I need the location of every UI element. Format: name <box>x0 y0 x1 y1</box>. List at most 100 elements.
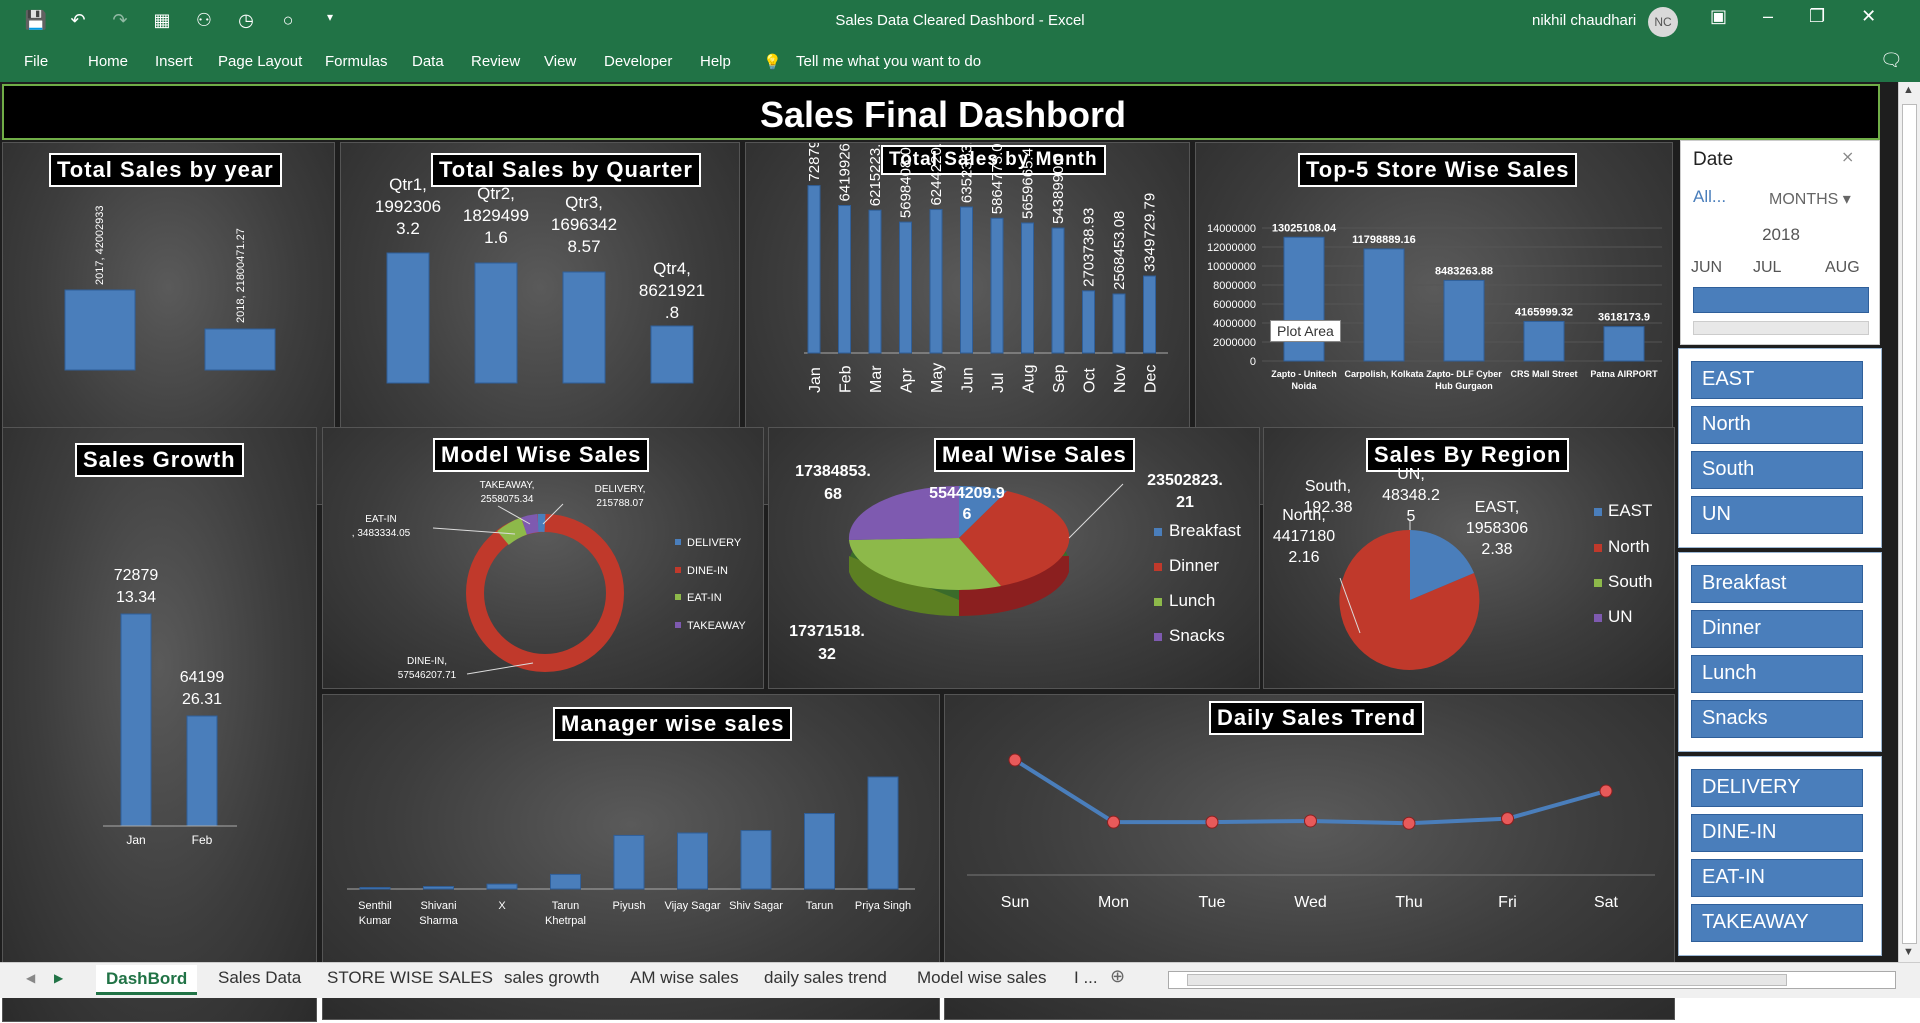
store-tick-3-0: CRS Mall Street <box>1510 369 1577 379</box>
slicer-item-east[interactable]: EAST <box>1691 361 1863 399</box>
timeline-scrollbar[interactable] <box>1693 321 1869 335</box>
h-scroll-thumb[interactable] <box>1187 974 1787 986</box>
daily-tick-5: Fri <box>1498 894 1517 911</box>
model-slicer[interactable]: DELIVERY DINE-IN EAT-IN TAKEAWAY <box>1678 756 1882 956</box>
date-all[interactable]: All... <box>1693 187 1726 207</box>
meal-slicer[interactable]: Breakfast Dinner Lunch Snacks <box>1678 552 1882 752</box>
takeaway-l0: TAKEAWAY, <box>480 480 535 491</box>
sheet-tab-more[interactable]: I ... <box>1074 968 1098 988</box>
slicer-item-dine-in[interactable]: DINE-IN <box>1691 814 1863 852</box>
timeline-selection[interactable] <box>1693 287 1869 313</box>
next-sheet-icon[interactable]: ▶ <box>54 971 63 985</box>
sheet-tab-am-wise-sales[interactable]: AM wise sales <box>630 968 739 988</box>
worksheet-area[interactable]: Sales Final Dashbord Total Sales by year… <box>0 82 1898 962</box>
legend-lunch-swatch <box>1154 598 1162 606</box>
tell-me-search[interactable]: Tell me what you want to do <box>796 53 981 70</box>
daily-tick-0: Sun <box>1001 894 1029 911</box>
legend-takeaway-swatch <box>675 622 681 628</box>
growth-svg: 72879 13.34 64199 26.31 Jan Feb <box>3 428 318 1023</box>
slicer-item-north[interactable]: North <box>1691 406 1863 444</box>
scroll-thumb[interactable] <box>1902 104 1917 944</box>
month-value-9: 2703738.93 <box>1081 208 1098 287</box>
slicer-item-snacks[interactable]: Snacks <box>1691 700 1863 738</box>
slicer-item-dinner[interactable]: Dinner <box>1691 610 1863 648</box>
chart-region[interactable]: Sales By Region South, 192.38 UN, 48348.… <box>1263 427 1675 689</box>
month-tick-1: Feb <box>838 365 855 393</box>
slicer-item-delivery[interactable]: DELIVERY <box>1691 769 1863 807</box>
qtr1-l1: 1992306 <box>375 197 441 216</box>
manager-tick-6-0: Shiv Sagar <box>729 900 783 912</box>
comments-icon[interactable]: 🗨 <box>1880 50 1903 71</box>
chart-model[interactable]: Model Wise Sales EAT-IN , 3483334.05 TAK… <box>322 427 764 689</box>
manager-tick-3-1: Khetrpal <box>545 915 586 927</box>
east-l1: 1958306 <box>1466 520 1528 537</box>
tab-data[interactable]: Data <box>412 53 444 70</box>
store-tick-0-1: Noida <box>1291 381 1317 391</box>
chart-growth[interactable]: Sales Growth 72879 13.34 64199 26.31 Jan… <box>2 427 317 1022</box>
tab-help[interactable]: Help <box>700 53 731 70</box>
legend-breakfast-swatch <box>1154 528 1162 536</box>
store-value-3: 4165999.32 <box>1515 306 1573 318</box>
add-sheet-icon[interactable]: ⊕ <box>1110 966 1125 987</box>
scroll-up-icon[interactable]: ▲ <box>1903 84 1914 96</box>
date-slicer-header: Date <box>1693 149 1733 171</box>
legend-east-swatch <box>1594 508 1602 516</box>
clear-filter-icon[interactable]: ⨯ <box>1841 147 1854 167</box>
bar-manager-4 <box>614 835 644 889</box>
user-name[interactable]: nikhil chaudhari <box>1532 12 1636 29</box>
bar-month-7 <box>1022 223 1034 353</box>
close-icon[interactable]: ✕ <box>1861 6 1876 27</box>
tab-home[interactable]: Home <box>88 53 128 70</box>
period-dropdown[interactable]: MONTHS ▾ <box>1769 189 1851 209</box>
daily-point-1 <box>1108 816 1120 828</box>
legend-un: UN <box>1608 607 1633 626</box>
scroll-down-icon[interactable]: ▼ <box>1903 946 1914 958</box>
manager-tick-8-0: Priya Singh <box>855 900 911 912</box>
slicer-item-takeaway[interactable]: TAKEAWAY <box>1691 904 1863 942</box>
bar-manager-2 <box>487 884 517 889</box>
tab-view[interactable]: View <box>544 53 576 70</box>
tab-review[interactable]: Review <box>471 53 520 70</box>
avatar[interactable]: NC <box>1648 7 1678 37</box>
sheet-tab-model-wise-sales[interactable]: Model wise sales <box>917 968 1046 988</box>
prev-sheet-icon[interactable]: ◀ <box>26 971 35 985</box>
sheet-tab-dashbord[interactable]: DashBord <box>96 965 197 995</box>
month-value-11: 3349729.79 <box>1142 193 1159 272</box>
ribbon-display-icon[interactable]: ▣ <box>1710 6 1727 27</box>
legend-south-swatch <box>1594 579 1602 587</box>
north-l2: 2.16 <box>1288 549 1319 566</box>
tab-file[interactable]: File <box>24 53 48 70</box>
vertical-scrollbar[interactable]: ▲ ▼ <box>1898 82 1920 962</box>
sheet-tab-sales-data[interactable]: Sales Data <box>218 968 301 988</box>
slicer-item-lunch[interactable]: Lunch <box>1691 655 1863 693</box>
store-tick-2-1: Hub Gurgaon <box>1435 381 1493 391</box>
store-value-4: 3618173.9 <box>1598 312 1650 324</box>
horizontal-scrollbar[interactable] <box>1168 971 1896 989</box>
sheet-tabs-bar: ◀ ▶ DashBord Sales Data STORE WISE SALES… <box>0 962 1920 998</box>
manager-tick-1-1: Sharma <box>419 915 458 927</box>
minimize-icon[interactable]: – <box>1763 6 1773 27</box>
slicer-item-south[interactable]: South <box>1691 451 1863 489</box>
sheet-tab-store-wise-sales[interactable]: STORE WISE SALES <box>327 968 493 988</box>
month-value-5: 6352363. <box>959 143 976 203</box>
restore-icon[interactable]: ❐ <box>1809 6 1825 27</box>
month-value-3: 5698408.0 <box>898 147 915 218</box>
tab-developer[interactable]: Developer <box>604 53 672 70</box>
bar-qtr1 <box>387 253 429 383</box>
date-timeline-slicer[interactable]: Date ⨯ All... MONTHS ▾ 2018 JUN JUL AUG <box>1680 140 1880 345</box>
daily-tick-1: Mon <box>1098 894 1129 911</box>
bar-month-2 <box>869 210 881 353</box>
slicer-item-un[interactable]: UN <box>1691 496 1863 534</box>
breakfast-l1: 6 <box>963 506 972 523</box>
bar-month-0 <box>808 186 820 353</box>
chart-meal[interactable]: Meal Wise Sales 17384853. 68 5544209.9 6… <box>768 427 1260 689</box>
tab-page-layout[interactable]: Page Layout <box>218 53 302 70</box>
slicer-item-eat-in[interactable]: EAT-IN <box>1691 859 1863 897</box>
tab-formulas[interactable]: Formulas <box>325 53 388 70</box>
sheet-tab-daily-sales-trend[interactable]: daily sales trend <box>764 968 887 988</box>
region-slicer[interactable]: EAST North South UN <box>1678 348 1882 548</box>
sheet-tab-sales-growth[interactable]: sales growth <box>504 968 599 988</box>
slicer-item-breakfast[interactable]: Breakfast <box>1691 565 1863 603</box>
legend-delivery-swatch <box>675 539 681 545</box>
tab-insert[interactable]: Insert <box>155 53 193 70</box>
